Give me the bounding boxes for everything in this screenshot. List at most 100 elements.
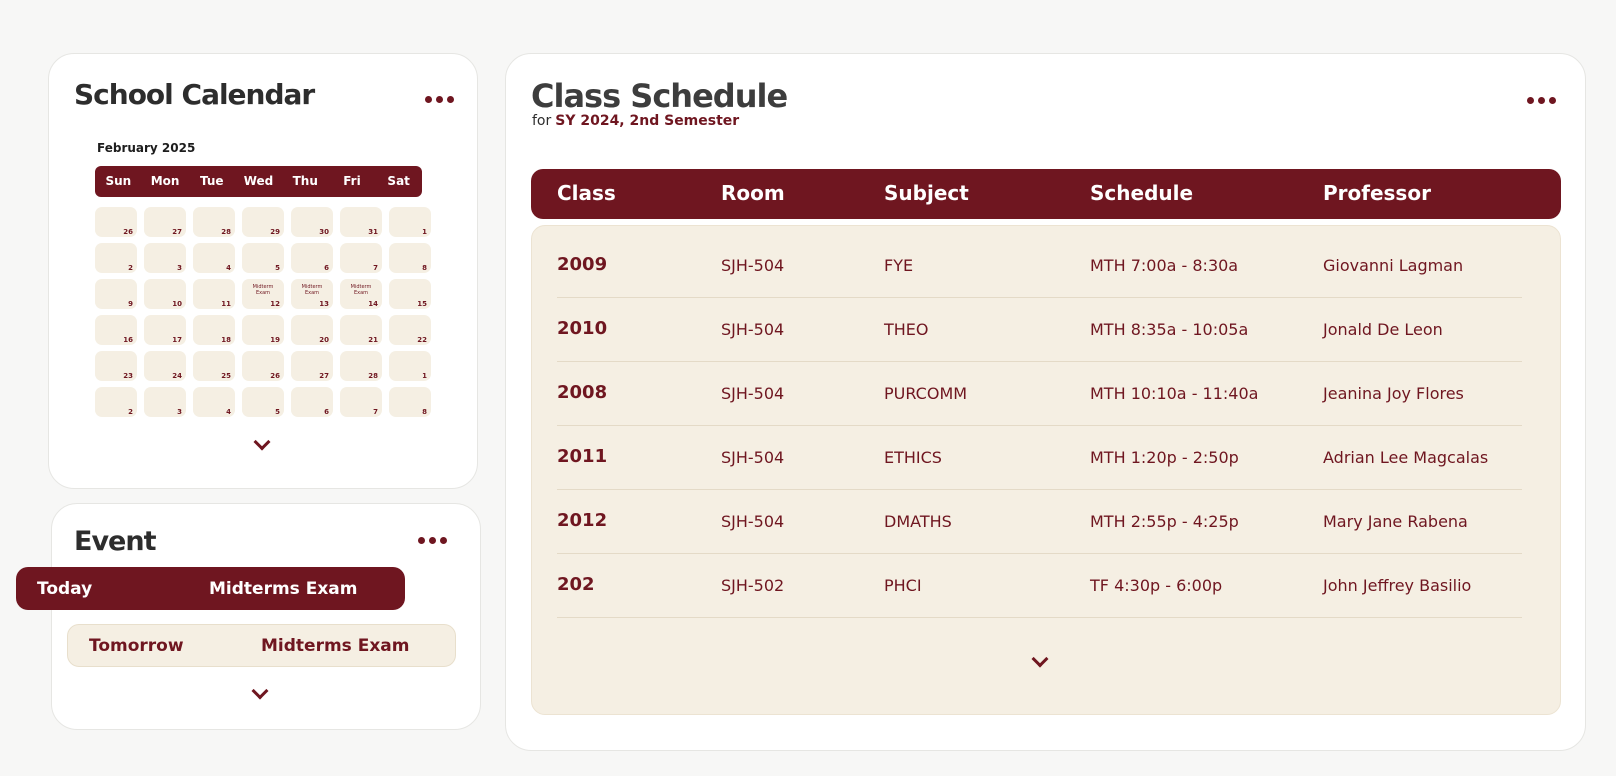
col-room: Room: [721, 181, 785, 205]
calendar-day-number: 21: [368, 336, 378, 344]
cell-professor: Giovanni Lagman: [1323, 256, 1464, 275]
calendar-day[interactable]: 6: [291, 243, 333, 273]
calendar-day[interactable]: 6: [291, 387, 333, 417]
schedule-more-icon[interactable]: [1527, 97, 1556, 104]
event-when: Today: [37, 578, 93, 599]
cell-professor: Mary Jane Rabena: [1323, 512, 1468, 531]
calendar-day-number: 18: [221, 336, 231, 344]
event-title: Event: [74, 526, 156, 557]
calendar-day[interactable]: 19: [242, 315, 284, 345]
table-row[interactable]: 2010 SJH-504 THEO MTH 8:35a - 10:05a Jonald …: [557, 300, 1522, 362]
calendar-day[interactable]: 27: [144, 207, 186, 237]
calendar-day[interactable]: 24: [144, 351, 186, 381]
calendar-day[interactable]: 28: [193, 207, 235, 237]
calendar-day[interactable]: 20: [291, 315, 333, 345]
calendar-day-number: 7: [373, 264, 378, 272]
weekday-mon: Mon: [150, 174, 180, 188]
calendar-day[interactable]: 4: [193, 243, 235, 273]
cell-class: 2010: [557, 318, 608, 339]
calendar-day[interactable]: 9: [95, 279, 137, 309]
cell-room: SJH-504: [721, 448, 785, 467]
calendar-day[interactable]: 27: [291, 351, 333, 381]
event-item-tomorrow[interactable]: Tomorrow Midterms Exam: [67, 624, 456, 667]
calendar-day[interactable]: 29: [242, 207, 284, 237]
cell-room: SJH-504: [721, 320, 785, 339]
col-subject: Subject: [884, 181, 969, 205]
table-row[interactable]: 2008 SJH-504 PURCOMM MTH 10:10a - 11:40a Jea…: [557, 364, 1522, 426]
calendar-day[interactable]: 2: [95, 243, 137, 273]
calendar-day-number: 25: [221, 372, 231, 380]
calendar-day[interactable]: Midterm Exam 13: [291, 279, 333, 309]
calendar-day-number: 4: [226, 408, 231, 416]
calendar-day[interactable]: 5: [242, 387, 284, 417]
calendar-day[interactable]: 31: [340, 207, 382, 237]
calendar-day[interactable]: 3: [144, 243, 186, 273]
calendar-day[interactable]: 15: [389, 279, 431, 309]
calendar-day[interactable]: Midterm Exam 12: [242, 279, 284, 309]
weekday-sat: Sat: [387, 174, 410, 188]
calendar-day[interactable]: 26: [95, 207, 137, 237]
weekday-fri: Fri: [343, 174, 361, 188]
calendar-day-number: 26: [270, 372, 280, 380]
schedule-table-header: Class Room Subject Schedule Professor: [531, 169, 1561, 219]
schedule-subtitle: for SY 2024, 2nd Semester: [532, 113, 739, 129]
calendar-day[interactable]: 22: [389, 315, 431, 345]
calendar-day-number: 14: [368, 300, 378, 308]
calendar-day[interactable]: 16: [95, 315, 137, 345]
calendar-day[interactable]: 5: [242, 243, 284, 273]
calendar-day[interactable]: 2: [95, 387, 137, 417]
calendar-day[interactable]: 8: [389, 243, 431, 273]
calendar-expand-chevron-down-icon[interactable]: [253, 433, 271, 451]
calendar-day-number: 7: [373, 408, 378, 416]
event-item-today[interactable]: Today Midterms Exam: [16, 567, 405, 610]
calendar-day[interactable]: 23: [95, 351, 137, 381]
col-class: Class: [557, 181, 616, 205]
cell-professor: Jonald De Leon: [1323, 320, 1443, 339]
calendar-day-number: 5: [275, 264, 280, 272]
cell-schedule: TF 4:30p - 6:00p: [1090, 576, 1223, 595]
calendar-day[interactable]: 3: [144, 387, 186, 417]
calendar-day[interactable]: 28: [340, 351, 382, 381]
schedule-subtitle-prefix: for: [532, 113, 552, 129]
cell-subject: PURCOMM: [884, 384, 968, 403]
calendar-day-number: 17: [172, 336, 182, 344]
weekday-sun: Sun: [105, 174, 132, 188]
calendar-title: School Calendar: [74, 78, 315, 111]
calendar-day[interactable]: 11: [193, 279, 235, 309]
calendar-day-number: 8: [422, 408, 427, 416]
event-when: Tomorrow: [89, 635, 184, 656]
cell-subject: THEO: [884, 320, 929, 339]
calendar-day-number: 4: [226, 264, 231, 272]
calendar-day[interactable]: Midterm Exam 14: [340, 279, 382, 309]
table-row[interactable]: 2009 SJH-504 FYE MTH 7:00a - 8:30a Giovanni …: [557, 236, 1522, 298]
calendar-day[interactable]: 26: [242, 351, 284, 381]
cell-professor: John Jeffrey Basilio: [1323, 576, 1472, 595]
calendar-day[interactable]: 10: [144, 279, 186, 309]
cell-class: 2011: [557, 446, 608, 467]
table-row[interactable]: 2011 SJH-504 ETHICS MTH 1:20p - 2:50p Adrian…: [557, 428, 1522, 490]
cell-subject: DMATHS: [884, 512, 952, 531]
calendar-day[interactable]: 17: [144, 315, 186, 345]
table-row[interactable]: 202 SJH-502 PHCI TF 4:30p - 6:00p John Jeffr…: [557, 556, 1522, 618]
cell-schedule: MTH 7:00a - 8:30a: [1090, 256, 1239, 275]
calendar-day[interactable]: 30: [291, 207, 333, 237]
calendar-day[interactable]: 4: [193, 387, 235, 417]
calendar-day-number: 3: [177, 264, 182, 272]
weekday-thu: Thu: [292, 174, 318, 188]
calendar-day[interactable]: 18: [193, 315, 235, 345]
calendar-day[interactable]: 7: [340, 387, 382, 417]
calendar-day[interactable]: 25: [193, 351, 235, 381]
calendar-day-number: 19: [270, 336, 280, 344]
calendar-day[interactable]: 21: [340, 315, 382, 345]
calendar-day[interactable]: 7: [340, 243, 382, 273]
calendar-more-icon[interactable]: [425, 96, 454, 103]
calendar-grid: 26 27 28 29 30 31 1 2 3 4 5 6 7 8 9 10 11 Midterm Exam 12 M…: [95, 207, 431, 417]
cell-professor: Adrian Lee Magcalas: [1323, 448, 1489, 467]
calendar-day[interactable]: 1: [389, 351, 431, 381]
calendar-day[interactable]: 1: [389, 207, 431, 237]
calendar-day[interactable]: 8: [389, 387, 431, 417]
event-more-icon[interactable]: [418, 537, 447, 544]
event-expand-chevron-down-icon[interactable]: [251, 682, 269, 700]
table-row[interactable]: 2012 SJH-504 DMATHS MTH 2:55p - 4:25p Mary J…: [557, 492, 1522, 554]
cell-professor: Jeanina Joy Flores: [1323, 384, 1464, 403]
